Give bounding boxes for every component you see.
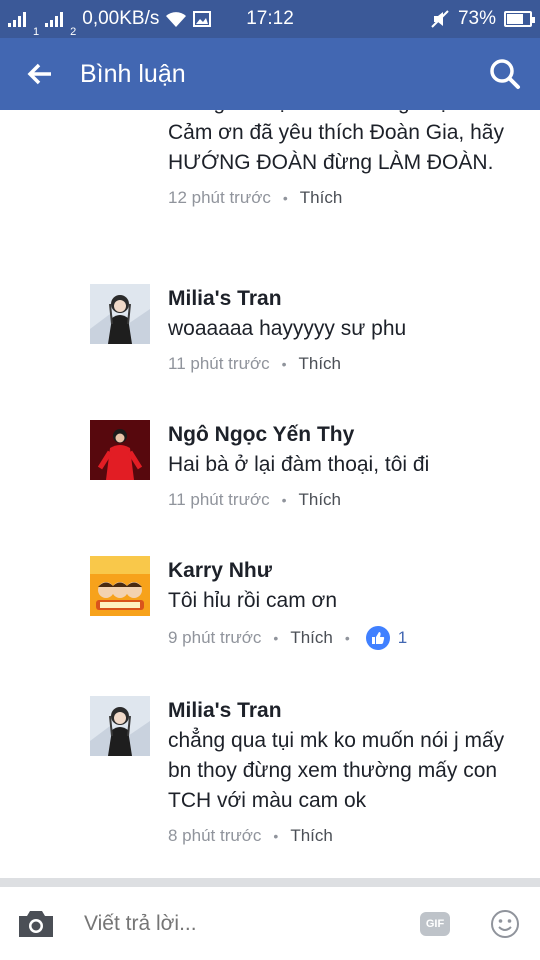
arrow-left-icon <box>27 63 51 85</box>
comment-meta: 12 phút trước • Thích <box>168 188 518 208</box>
search-button[interactable] <box>470 38 540 110</box>
like-button[interactable]: Thích <box>300 188 343 208</box>
comment-time: 11 phút trước <box>168 490 270 509</box>
like-button[interactable]: Thích <box>290 826 333 846</box>
camera-button[interactable] <box>0 909 72 939</box>
separator-dot: • <box>281 492 287 508</box>
back-button[interactable] <box>0 38 80 110</box>
app-bar: Bình luận <box>0 38 540 110</box>
gif-button[interactable]: GIF <box>420 911 450 936</box>
comment-meta: 8 phút trước • Thích <box>168 826 518 846</box>
avatar[interactable] <box>90 556 150 616</box>
comment-time: 8 phút trước <box>168 826 262 845</box>
like-reaction-icon <box>365 626 390 650</box>
comment-body: Milia's Tran chẳng qua tụi mk ko muốn nó… <box>168 696 518 846</box>
like-button[interactable]: Thích <box>299 354 342 374</box>
comment-body: Karry Như Tôi hỉu rồi cam ơn 9 phút trướ… <box>168 556 518 650</box>
divider <box>0 878 540 887</box>
like-button[interactable]: Thích <box>299 490 342 510</box>
comment-body: Ngô Ngọc Yến Thy Hai bà ở lại đàm thoại,… <box>168 420 518 510</box>
comment-author[interactable]: Karry Như <box>168 556 518 586</box>
like-button[interactable]: Thích <box>290 628 333 648</box>
comment-text: chúng tôi một mình chống chọi. Cảm ơn đã… <box>168 110 504 174</box>
comment-author[interactable]: Milia's Tran <box>168 696 518 726</box>
emoji-icon[interactable] <box>490 909 520 939</box>
separator-dot: • <box>273 630 279 646</box>
avatar-image <box>90 696 150 756</box>
separator-dot: • <box>344 630 350 646</box>
comment-text: Tôi hỉu rồi cam ơn <box>168 589 337 612</box>
comment-meta: 9 phút trước • Thích • 1 <box>168 626 518 650</box>
comment-text: Hai bà ở lại đàm thoại, tôi đi <box>168 453 430 476</box>
reply-composer: GIF <box>0 887 540 960</box>
search-icon <box>490 59 520 89</box>
avatar[interactable] <box>90 420 150 480</box>
camera-icon <box>19 910 53 937</box>
status-right: 73% <box>430 0 535 38</box>
avatar-image <box>90 556 150 616</box>
page-title: Bình luận <box>80 59 186 88</box>
separator-dot: • <box>273 828 279 844</box>
battery-level <box>507 14 523 24</box>
comment-time: 9 phút trước <box>168 628 262 647</box>
reply-input[interactable] <box>72 911 420 936</box>
comment-body: chúng tôi một mình chống chọi. Cảm ơn đã… <box>168 110 518 208</box>
separator-dot: • <box>282 190 288 206</box>
status-bar: 1 2 0,00KB/s 17:12 73% <box>0 0 540 38</box>
comment-meta: 11 phút trước • Thích <box>168 490 518 510</box>
avatar-image <box>90 420 150 480</box>
reaction-count: 1 <box>397 628 408 647</box>
comment-meta: 11 phút trước • Thích <box>168 354 518 374</box>
comment-time: 12 phút trước <box>168 188 271 207</box>
comment-text: chẳng qua tụi mk ko muốn nói j mấy bn th… <box>168 729 505 812</box>
comment-text: woaaaaa hayyyyy sư phu <box>168 317 407 340</box>
avatar[interactable] <box>90 284 150 344</box>
avatar-image <box>90 284 150 344</box>
comment-author[interactable]: Milia's Tran <box>168 284 518 314</box>
comment-author[interactable]: Ngô Ngọc Yến Thy <box>168 420 518 450</box>
comment-body: Milia's Tran woaaaaa hayyyyy sư phu 11 p… <box>168 284 518 374</box>
avatar[interactable] <box>90 696 150 756</box>
battery-icon <box>504 11 535 27</box>
comment-time: 11 phút trước <box>168 354 270 373</box>
reaction-summary[interactable]: 1 <box>365 626 408 650</box>
battery-percent: 73% <box>457 8 496 29</box>
mute-icon <box>431 10 449 28</box>
comments-feed[interactable]: chúng tôi một mình chống chọi. Cảm ơn đã… <box>0 110 540 878</box>
separator-dot: • <box>281 356 287 372</box>
